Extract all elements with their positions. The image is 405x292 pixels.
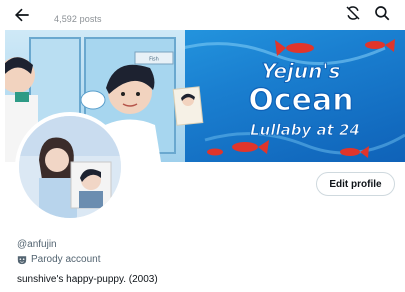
search-icon[interactable]	[373, 4, 391, 22]
avatar-photo	[19, 116, 121, 218]
posts-count: 4,592 posts	[54, 14, 102, 24]
profile-bio: sunshive's happy-puppy. (2003)	[17, 274, 158, 285]
parody-mask-icon	[17, 255, 27, 264]
parody-text: Parody account	[31, 254, 101, 265]
parody-label: Parody account	[17, 254, 101, 265]
profile-handle: @anfujin	[17, 239, 57, 250]
edit-profile-button[interactable]: Edit profile	[316, 172, 395, 196]
banner-title-line1: Yejun's	[262, 59, 341, 83]
banner-title-line2: Ocean	[248, 83, 353, 118]
sync-off-icon[interactable]	[344, 4, 362, 22]
banner-sign: Fish	[149, 57, 159, 63]
profile-avatar[interactable]	[15, 112, 125, 222]
avatar	[19, 116, 121, 218]
top-bar: 4,592 posts	[0, 0, 405, 30]
back-arrow-icon[interactable]	[12, 5, 32, 25]
banner-title-line3: Lullaby at 24	[250, 121, 360, 139]
